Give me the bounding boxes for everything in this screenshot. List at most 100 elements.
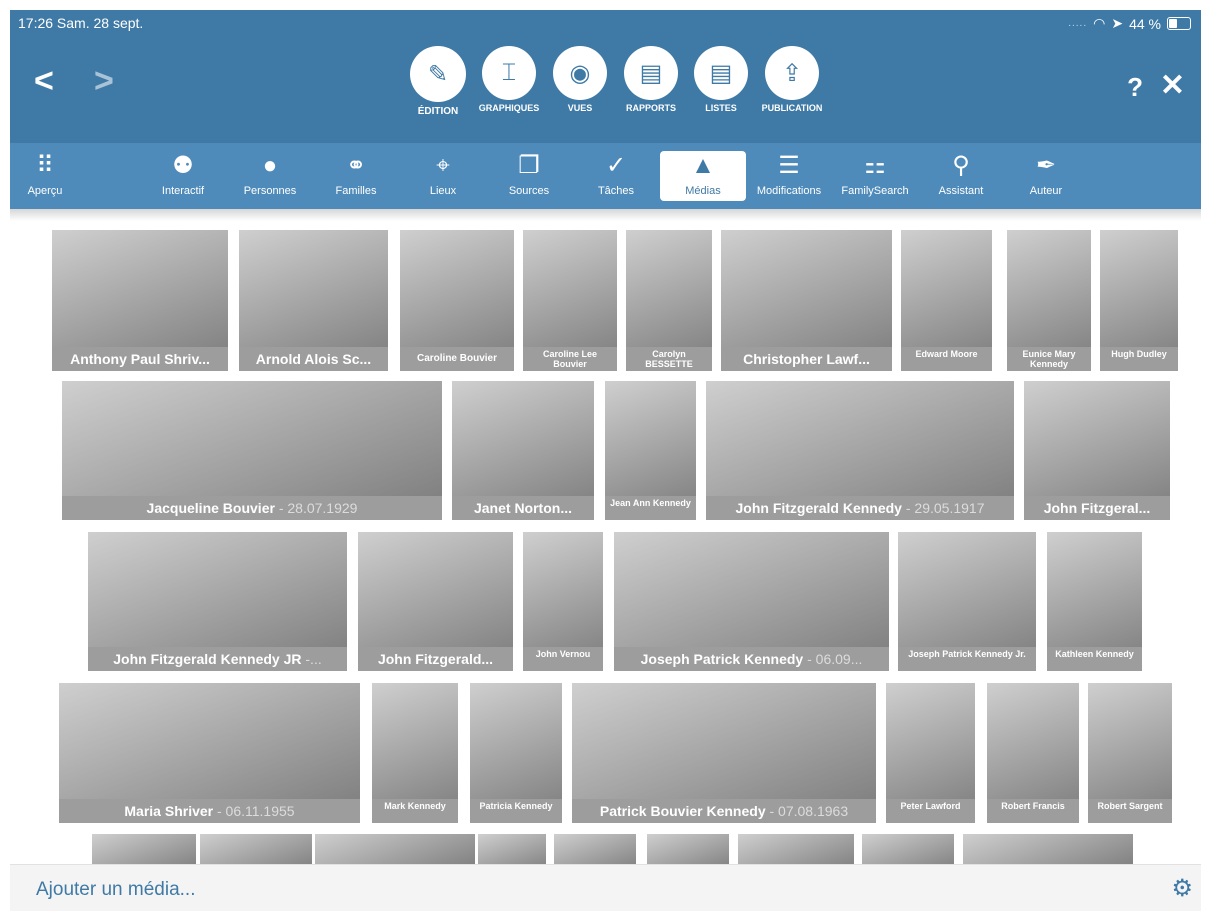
media-tile[interactable]: John Fitzgerald... [358,532,513,671]
mode-label: LISTES [705,103,737,113]
media-tile[interactable]: Christopher Lawf... [721,230,892,371]
tab-lieux[interactable]: ⌖ Lieux [400,151,486,197]
status-indicators: ..... ◠ ➤ 44 % [1068,15,1191,32]
gear-icon[interactable]: ⚙ [1171,874,1193,903]
media-tile[interactable] [200,834,312,864]
media-tile[interactable] [315,834,475,864]
tab-familysearch[interactable]: ⚏ FamilySearch [832,151,918,197]
media-caption: John Fitzgerald Kennedy JR -... [88,647,347,671]
media-tile[interactable]: Mark Kennedy [372,683,458,823]
status-time: 17:26 Sam. 28 sept. [18,15,144,31]
close-button[interactable]: ✕ [1160,68,1185,103]
media-name: Joseph Patrick Kennedy Jr. [908,649,1026,659]
media-tile[interactable]: Joseph Patrick Kennedy - 06.09... [614,532,889,671]
media-tile[interactable]: Joseph Patrick Kennedy Jr. [898,532,1036,671]
media-tile[interactable] [963,834,1133,864]
mode-graphiques[interactable]: ⌶ GRAPHIQUES [474,46,544,113]
media-tile[interactable]: John Fitzgerald Kennedy JR -... [88,532,347,671]
help-button[interactable]: ? [1127,72,1143,103]
media-tile[interactable]: John Vernou [523,532,603,671]
tab-label: Assistant [938,185,984,197]
media-tile[interactable]: Jean Ann Kennedy [605,381,696,520]
eye-icon: ◉ [553,46,607,100]
tab-label: Interactif [161,185,205,197]
media-tile[interactable]: Caroline Lee Bouvier [523,230,617,371]
tab-familles[interactable]: ⚭ Familles [313,151,399,197]
media-tile[interactable] [738,834,854,864]
media-tile[interactable] [862,834,954,864]
media-caption: Anthony Paul Shriv... [52,347,228,371]
media-date: -... [301,651,322,667]
media-date: - 29.05.1917 [901,500,985,516]
tab-label: FamilySearch [841,185,909,197]
media-tile[interactable]: John Fitzgeral... [1024,381,1170,520]
media-caption: Peter Lawford [886,799,975,823]
bottom-bar: Ajouter un média... ⚙ [10,864,1201,911]
media-tile[interactable]: Kathleen Kennedy [1047,532,1142,671]
tab-taches[interactable]: ✓ Tâches [573,151,659,197]
tab-apercu[interactable]: ⠿ Aperçu [2,151,88,197]
tab-label: Tâches [597,185,635,197]
section-tabs: ⠿ Aperçu ⚉ Interactif ● Personnes ⚭ Fami… [10,143,1201,209]
back-button[interactable]: < [34,62,54,101]
forward-button[interactable]: > [94,62,114,101]
tab-interactif[interactable]: ⚉ Interactif [140,151,226,197]
rings-icon: ⚭ [345,152,367,179]
media-tile[interactable]: Peter Lawford [886,683,975,823]
media-tile[interactable] [554,834,636,864]
media-tile[interactable]: Anthony Paul Shriv... [52,230,228,371]
mode-rapports[interactable]: ▤ RAPPORTS [616,46,686,113]
mode-publication[interactable]: ⇪ PUBLICATION [757,46,827,113]
media-tile[interactable]: Robert Francis [987,683,1079,823]
tab-assistant[interactable]: ⚲ Assistant [918,151,1004,197]
mode-listes[interactable]: ▤ LISTES [686,46,756,113]
media-gallery[interactable]: Anthony Paul Shriv... Arnold Alois Sc...… [10,209,1201,864]
media-tile[interactable] [647,834,729,864]
signal-icon: ..... [1068,18,1088,29]
media-name: John Fitzgeral... [1043,500,1151,516]
media-name: Robert Francis [1001,801,1065,811]
sources-icon: ❐ [518,152,540,179]
media-caption: Mark Kennedy [372,799,458,823]
upload-icon: ⇪ [765,46,819,100]
media-tile[interactable]: Patrick Bouvier Kennedy - 07.08.1963 [572,683,876,823]
assistant-icon: ⚲ [952,152,970,179]
mode-edition[interactable]: ✎ ÉDITION [403,46,473,117]
media-tile[interactable]: Robert Sargent [1088,683,1172,823]
tab-medias[interactable]: ▲ Médias [660,151,746,201]
media-tile[interactable] [92,834,196,864]
media-name: Carolyn BESSETTE [645,349,693,369]
report-icon: ▤ [624,46,678,100]
tab-label: Médias [685,185,721,197]
wifi-icon: ◠ [1093,15,1106,31]
pencil-icon: ✎ [410,46,466,102]
media-name: Maria Shriver [124,803,214,819]
mode-vues[interactable]: ◉ VUES [545,46,615,113]
tab-sources[interactable]: ❐ Sources [486,151,572,197]
media-tile[interactable]: Eunice Mary Kennedy [1007,230,1091,371]
add-media-button[interactable]: Ajouter un média... [36,879,195,901]
media-name: Patrick Bouvier Kennedy [599,803,766,819]
grid-icon: ⠿ [36,152,54,179]
tab-modifications[interactable]: ☰ Modifications [746,151,832,197]
media-tile[interactable]: Carolyn BESSETTE [626,230,712,371]
media-tile[interactable]: Janet Norton... [452,381,594,520]
media-tile[interactable]: Jacqueline Bouvier - 28.07.1929 [62,381,442,520]
media-tile[interactable]: Maria Shriver - 06.11.1955 [59,683,360,823]
media-tile[interactable]: John Fitzgerald Kennedy - 29.05.1917 [706,381,1014,520]
media-tile[interactable]: Hugh Dudley [1100,230,1178,371]
tab-personnes[interactable]: ● Personnes [227,151,313,197]
media-tile[interactable] [478,834,546,864]
media-tile[interactable]: Patricia Kennedy [470,683,562,823]
battery-icon [1167,17,1191,30]
media-tile[interactable]: Edward Moore [901,230,992,371]
top-toolbar: 17:26 Sam. 28 sept. ..... ◠ ➤ 44 % < > ✎… [10,10,1201,143]
chart-icon: ⌶ [482,46,536,100]
media-caption: Joseph Patrick Kennedy Jr. [898,647,1036,671]
media-caption: Christopher Lawf... [721,347,892,371]
media-tile[interactable]: Arnold Alois Sc... [239,230,388,371]
tab-auteur[interactable]: ✒ Auteur [1003,151,1089,197]
media-caption: Kathleen Kennedy [1047,647,1142,671]
tab-label: Modifications [756,185,822,197]
media-tile[interactable]: Caroline Bouvier [400,230,514,371]
